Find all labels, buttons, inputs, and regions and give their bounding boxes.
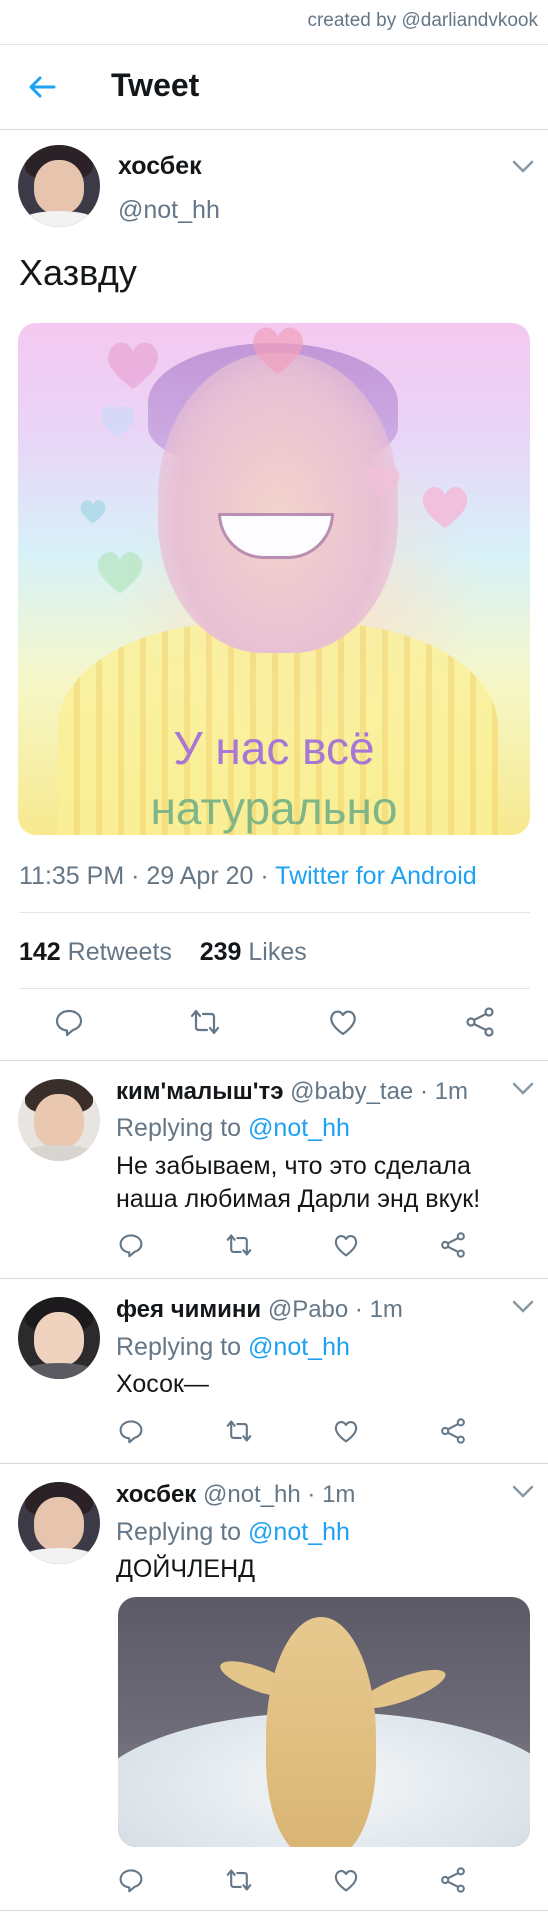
handle-time: @baby_tae · 1m: [290, 1078, 468, 1105]
tweet-stats: 142 Retweets 239 Likes: [19, 938, 307, 967]
share-icon[interactable]: [440, 1418, 466, 1444]
retweets-label: Retweets: [67, 938, 172, 966]
replying-to: Replying to @not_hh: [116, 1518, 350, 1547]
handle-time: @not_hh · 1m: [202, 1481, 356, 1508]
chevron-down-icon[interactable]: [512, 1082, 534, 1096]
reply-text: ДОЙЧЛЕНД: [116, 1555, 256, 1583]
top-bar: Tweet: [0, 44, 548, 130]
tweet-image[interactable]: У нас всё натурально: [18, 323, 530, 835]
chevron-down-icon[interactable]: [512, 1300, 534, 1314]
replying-prefix: Replying to: [116, 1114, 249, 1142]
heart-icon[interactable]: [328, 1007, 358, 1037]
reply-icon[interactable]: [54, 1007, 84, 1037]
image-caption-line2: натурально: [150, 782, 398, 834]
replying-prefix: Replying to: [116, 1518, 249, 1546]
mention-link[interactable]: @not_hh: [248, 1518, 350, 1546]
reply-text: Хосок—: [116, 1370, 209, 1398]
retweet-icon[interactable]: [226, 1867, 252, 1893]
tweet-timestamp: 11:35 PM · 29 Apr 20 ·: [19, 862, 276, 890]
retweet-icon[interactable]: [226, 1418, 252, 1444]
divider: [0, 1463, 548, 1464]
replying-prefix: Replying to: [116, 1333, 249, 1361]
reply-image[interactable]: [118, 1597, 530, 1847]
heart-decoration: [422, 486, 468, 529]
tweet-source-link[interactable]: Twitter for Android: [275, 862, 476, 890]
chevron-down-icon[interactable]: [512, 1485, 534, 1499]
divider: [19, 912, 530, 913]
display-name[interactable]: фея чимини: [116, 1296, 261, 1323]
avatar[interactable]: [18, 145, 100, 227]
page-title: Tweet: [111, 67, 200, 103]
heart-decoration: [101, 405, 135, 437]
reply-header: фея чимини @Pabo · 1m: [116, 1296, 403, 1324]
heart-decoration: [108, 342, 158, 389]
divider: [19, 988, 530, 989]
avatar[interactable]: [18, 1297, 100, 1379]
mention-link[interactable]: @not_hh: [248, 1114, 350, 1142]
reply-text: Не забываем, что это сделала наша любима…: [116, 1152, 481, 1213]
tweet-meta: 11:35 PM · 29 Apr 20 · Twitter for Andro…: [19, 862, 477, 891]
share-icon[interactable]: [440, 1232, 466, 1258]
heart-decoration: [80, 500, 106, 524]
reply-header: ким'малыш'тэ @baby_tae · 1m: [116, 1078, 468, 1106]
chevron-down-icon[interactable]: [512, 160, 534, 174]
avatar[interactable]: [18, 1079, 100, 1161]
reply-icon[interactable]: [118, 1418, 144, 1444]
heart-icon[interactable]: [333, 1418, 359, 1444]
likes-label: Likes: [248, 938, 307, 966]
heart-icon[interactable]: [333, 1232, 359, 1258]
display-name[interactable]: ким'малыш'тэ: [116, 1078, 283, 1105]
credit-text: created by @darliandvkook: [307, 10, 538, 31]
divider: [0, 1278, 548, 1279]
retweet-icon[interactable]: [226, 1232, 252, 1258]
heart-decoration: [97, 551, 143, 594]
tweet-text: Хазвду: [19, 252, 137, 293]
arrow-left-icon[interactable]: [26, 71, 58, 103]
reply-header: хосбек @not_hh · 1m: [116, 1481, 355, 1509]
image-caption-line1: У нас всё: [173, 722, 375, 774]
retweets-stat[interactable]: 142 Retweets: [19, 938, 172, 966]
heart-icon[interactable]: [333, 1867, 359, 1893]
heart-decoration: [253, 327, 303, 374]
replying-to: Replying to @not_hh: [116, 1333, 350, 1362]
likes-stat[interactable]: 239 Likes: [200, 938, 307, 966]
reply-icon[interactable]: [118, 1232, 144, 1258]
divider: [0, 1060, 548, 1061]
replying-to: Replying to @not_hh: [116, 1114, 350, 1143]
likes-count: 239: [199, 938, 242, 966]
share-icon[interactable]: [465, 1007, 495, 1037]
display-name[interactable]: хосбек: [118, 152, 202, 181]
display-name[interactable]: хосбек: [116, 1481, 196, 1508]
heart-decoration: [366, 465, 400, 497]
share-icon[interactable]: [440, 1867, 466, 1893]
divider: [0, 1910, 548, 1911]
retweets-count: 142: [19, 938, 61, 966]
retweet-icon[interactable]: [190, 1007, 220, 1037]
user-handle[interactable]: @not_hh: [118, 196, 220, 225]
mention-link[interactable]: @not_hh: [248, 1333, 350, 1361]
handle-time: @Pabo · 1m: [267, 1296, 403, 1323]
avatar[interactable]: [18, 1482, 100, 1564]
reply-icon[interactable]: [118, 1867, 144, 1893]
